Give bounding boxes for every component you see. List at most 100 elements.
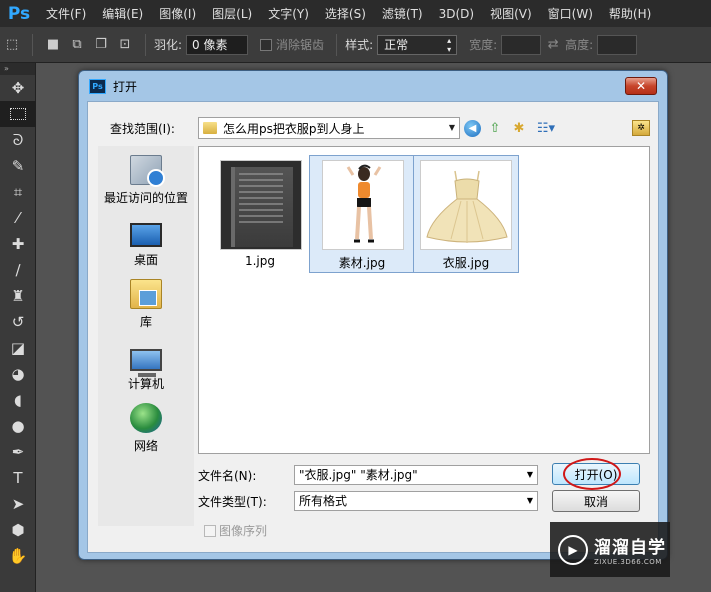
menu-bar: Ps 文件(F) 编辑(E) 图像(I) 图层(L) 文字(Y) 选择(S) 滤…: [0, 0, 711, 27]
place-label: 库: [139, 315, 152, 329]
dialog-body: 查找范围(I): 怎么用ps把衣服p到人身上 ▼ ◀ ⇧ ✱ ☷▾ ✲ 最近访问…: [87, 101, 659, 553]
crop-tool-icon[interactable]: ⌗: [0, 179, 36, 205]
play-logo-icon: ▶: [558, 534, 588, 565]
paint-bucket-tool-icon[interactable]: ◕: [0, 361, 36, 387]
options-bar: ⬚ ■ ⧉ ❐ ⊡ 羽化: 0 像素 消除锯齿 样式: 正常 宽度: ⇄ 高度:: [0, 27, 711, 63]
antialias-checkbox[interactable]: [260, 38, 273, 51]
new-selection-icon[interactable]: ■: [43, 36, 63, 54]
style-select[interactable]: 正常: [377, 34, 458, 55]
place-library[interactable]: 库: [98, 270, 194, 332]
dialog-title: 打开: [113, 79, 138, 94]
eraser-tool-icon[interactable]: ◪: [0, 335, 36, 361]
move-tool-icon[interactable]: ✥: [0, 75, 36, 101]
dialog-titlebar[interactable]: Ps 打开: [79, 71, 667, 101]
menu-image[interactable]: 图像(I): [151, 5, 204, 22]
watermark-text: 溜溜自学 ZIXUE.3D66.COM: [594, 533, 666, 566]
filetype-row: 文件类型(T): 所有格式 ▼: [198, 490, 538, 512]
menu-select[interactable]: 选择(S): [317, 5, 374, 22]
file-item[interactable]: 素材.jpg: [309, 155, 415, 273]
place-desktop[interactable]: 桌面: [98, 208, 194, 270]
file-thumbnail: [322, 160, 404, 250]
places-bar: 最近访问的位置 桌面 库 计算机 网络: [98, 146, 194, 526]
file-name: 素材.jpg: [338, 256, 386, 270]
photoshop-logo: Ps: [7, 3, 31, 24]
close-button[interactable]: ✕: [625, 77, 657, 95]
height-label: 高度:: [565, 38, 594, 52]
menu-edit[interactable]: 编辑(E): [94, 5, 151, 22]
new-folder-icon[interactable]: ✱: [509, 118, 529, 138]
filename-input[interactable]: "衣服.jpg" "素材.jpg" ▼: [294, 465, 538, 485]
subtract-selection-icon[interactable]: ❐: [91, 36, 111, 54]
lookin-combo[interactable]: 怎么用ps把衣服p到人身上 ▼: [198, 117, 460, 139]
dodge-tool-icon[interactable]: ●: [0, 413, 36, 439]
intersect-selection-icon[interactable]: ⊡: [115, 36, 135, 54]
place-network[interactable]: 网络: [98, 394, 194, 456]
width-input[interactable]: [501, 34, 542, 55]
swap-icon[interactable]: ⇄: [543, 36, 563, 54]
file-name: 衣服.jpg: [442, 256, 490, 270]
file-item[interactable]: 衣服.jpg: [413, 155, 519, 273]
chevron-down-icon[interactable]: ▼: [527, 466, 533, 484]
filename-value: "衣服.jpg" "素材.jpg": [299, 468, 418, 482]
lookin-value: 怎么用ps把衣服p到人身上: [223, 121, 365, 136]
healing-tool-icon[interactable]: ✚: [0, 231, 36, 257]
height-input[interactable]: [597, 34, 638, 55]
watermark-url: ZIXUE.3D66.COM: [594, 558, 662, 566]
hand-tool-icon[interactable]: ✋: [0, 543, 36, 569]
menu-view[interactable]: 视图(V): [482, 5, 540, 22]
menu-type[interactable]: 文字(Y): [260, 5, 317, 22]
marquee-preset-icon[interactable]: ⬚: [2, 36, 22, 54]
filetype-select[interactable]: 所有格式 ▼: [294, 491, 538, 511]
computer-icon: [130, 349, 162, 377]
pen-tool-icon[interactable]: ✒: [0, 439, 36, 465]
up-folder-icon[interactable]: ⇧: [485, 118, 505, 138]
eyedropper-tool-icon[interactable]: ⁄: [0, 205, 36, 231]
folder-star-icon[interactable]: ✲: [632, 120, 650, 136]
history-brush-tool-icon[interactable]: ↺: [0, 309, 36, 335]
file-item[interactable]: 1.jpg: [207, 155, 313, 273]
file-name: 1.jpg: [244, 254, 276, 268]
photoshop-app-icon: Ps: [89, 78, 106, 94]
marquee-tool-icon[interactable]: [0, 101, 36, 127]
brush-tool-icon[interactable]: ∕: [0, 257, 36, 283]
chevron-down-icon: ▼: [526, 496, 533, 505]
type-tool-icon[interactable]: T: [0, 465, 36, 491]
cancel-button[interactable]: 取消: [552, 490, 640, 512]
watermark-brand: 溜溜自学: [594, 538, 666, 558]
feather-label: 羽化:: [154, 38, 183, 52]
image-sequence-option[interactable]: 图像序列: [204, 522, 267, 539]
menu-3d[interactable]: 3D(D): [431, 7, 482, 21]
feather-input[interactable]: 0 像素: [186, 34, 249, 55]
width-label: 宽度:: [469, 38, 498, 52]
menu-window[interactable]: 窗口(W): [540, 5, 601, 22]
lasso-tool-icon[interactable]: ᘐ: [0, 127, 36, 153]
lookin-row: 查找范围(I): 怎么用ps把衣服p到人身上 ▼ ◀ ⇧ ✱ ☷▾ ✲: [110, 116, 650, 140]
menu-help[interactable]: 帮助(H): [601, 5, 659, 22]
filename-row: 文件名(N): "衣服.jpg" "素材.jpg" ▼: [198, 464, 538, 486]
shape-tool-icon[interactable]: ⬢: [0, 517, 36, 543]
divider: [145, 33, 146, 56]
menu-file[interactable]: 文件(F): [38, 5, 94, 22]
chevron-down-icon: ▼: [448, 123, 455, 132]
panel-collapse-icon[interactable]: »: [0, 63, 35, 75]
file-list[interactable]: 1.jpg 素材.jpg 衣服.jpg: [198, 146, 650, 454]
back-icon[interactable]: ◀: [464, 119, 481, 137]
stamp-tool-icon[interactable]: ♜: [0, 283, 36, 309]
view-menu-icon[interactable]: ☷▾: [533, 118, 559, 138]
lookin-label: 查找范围(I):: [110, 121, 175, 136]
place-label: 计算机: [127, 377, 164, 391]
menu-layer[interactable]: 图层(L): [204, 5, 260, 22]
quick-select-tool-icon[interactable]: ✎: [0, 153, 36, 179]
add-selection-icon[interactable]: ⧉: [67, 36, 87, 54]
blur-tool-icon[interactable]: ◖: [0, 387, 36, 413]
place-label: 最近访问的位置: [103, 191, 188, 205]
library-icon: [130, 279, 162, 309]
menu-filter[interactable]: 滤镜(T): [374, 5, 431, 22]
place-recent[interactable]: 最近访问的位置: [98, 146, 194, 208]
network-icon: [130, 403, 162, 433]
place-computer[interactable]: 计算机: [98, 332, 194, 394]
image-sequence-checkbox[interactable]: [204, 524, 216, 537]
place-label: 网络: [133, 439, 158, 453]
style-label: 样式:: [345, 38, 374, 52]
path-select-tool-icon[interactable]: ➤: [0, 491, 36, 517]
